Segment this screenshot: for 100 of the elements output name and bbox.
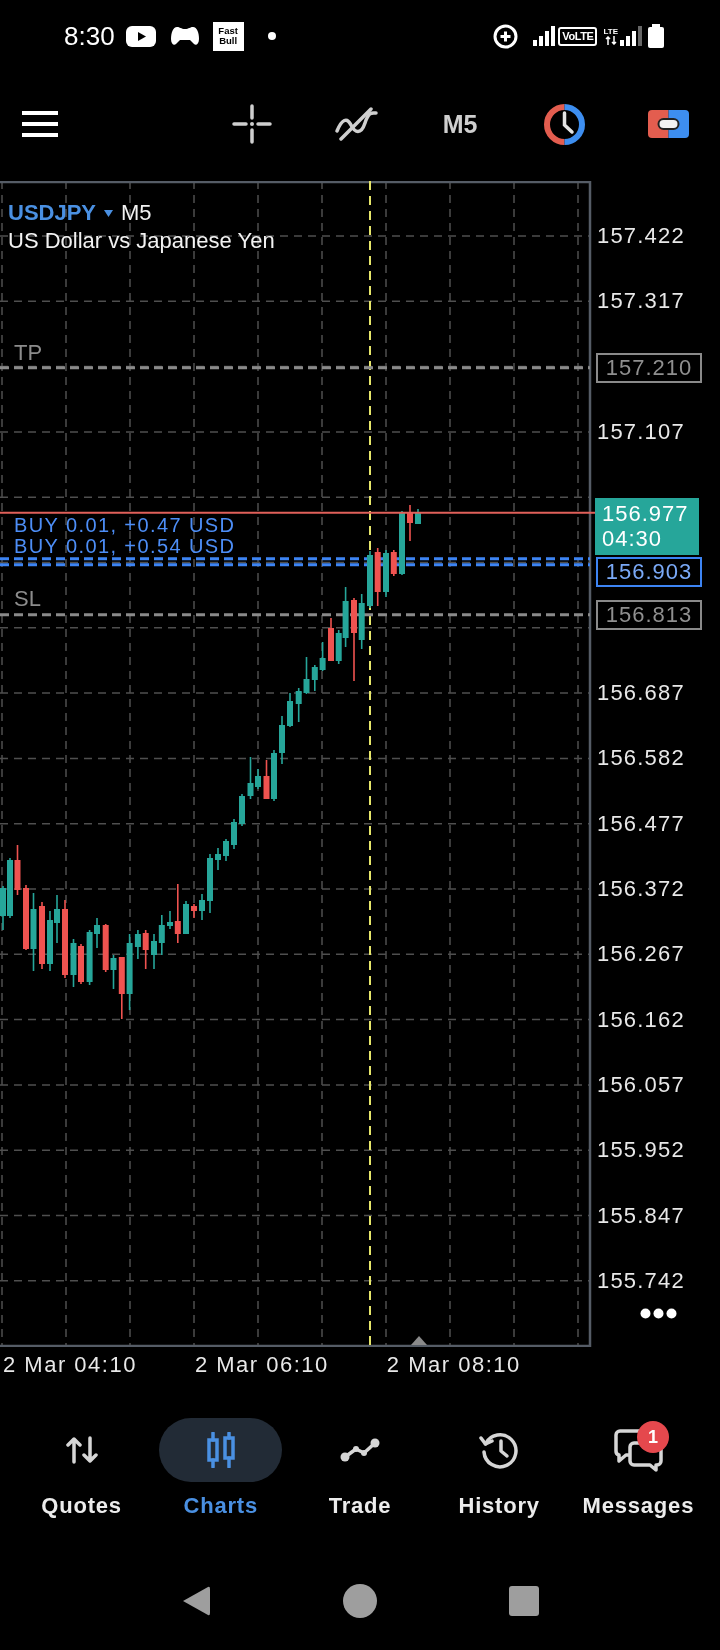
down-candle	[263, 759, 270, 800]
chart-timeframe: M5	[121, 200, 152, 226]
symbol-description: US Dollar vs Japanese Yen	[8, 228, 275, 254]
price-axis-label: 155.952	[597, 1137, 685, 1164]
up-candle	[383, 549, 389, 598]
data-saver-icon	[493, 23, 519, 49]
up-down-arrows-icon	[65, 1436, 98, 1464]
back-button[interactable]	[181, 1585, 211, 1617]
home-button[interactable]	[343, 1584, 377, 1618]
battery-icon	[648, 24, 664, 48]
status-time: 8:30	[64, 21, 115, 51]
up-candle	[399, 510, 405, 576]
network-type: LTE	[603, 27, 618, 36]
price-axis-label: 156.267	[597, 941, 685, 968]
down-candle	[174, 883, 181, 944]
down-candle	[78, 943, 84, 985]
data-arrows-icon	[604, 36, 617, 45]
price-axis-label: 155.847	[597, 1202, 685, 1229]
network-badge: VoLTE	[558, 26, 598, 46]
one-click-trading-button[interactable]	[647, 110, 689, 138]
up-candle	[215, 847, 221, 871]
time-axis-label: 2 Mar 08:10	[386, 1352, 521, 1379]
crosshair-button[interactable]	[232, 104, 272, 144]
up-candle	[367, 550, 373, 609]
down-candle	[102, 923, 109, 973]
menu-button[interactable]	[22, 111, 58, 137]
caret-icon	[104, 209, 114, 217]
up-candle	[70, 938, 77, 988]
toggle-panel-icon	[647, 110, 689, 138]
play-icon	[125, 25, 156, 47]
price-axis-label: 157.422	[597, 223, 685, 249]
down-candle	[407, 504, 413, 542]
notification-badge: 1	[636, 1421, 669, 1453]
up-candle	[110, 954, 117, 990]
app-logo: Fast Bull	[212, 21, 244, 51]
crosshair-icon	[232, 104, 272, 144]
clock-icon	[543, 103, 585, 145]
up-candle	[279, 715, 285, 765]
home-icon	[343, 1584, 377, 1618]
symbol-name[interactable]: USDJPY	[8, 200, 97, 226]
position-label: BUY 0.01, +0.54 USD	[14, 535, 236, 557]
down-candle	[142, 929, 149, 970]
up-candle	[207, 853, 213, 914]
notification-dot-icon	[267, 32, 276, 40]
take-profit-label: TP	[14, 339, 43, 366]
indicators-button[interactable]	[334, 107, 378, 141]
game-controller-icon	[169, 25, 200, 47]
bar-countdown: 04:30	[602, 526, 664, 552]
nav-tab[interactable]: Charts	[159, 1418, 283, 1519]
menu-icon	[22, 111, 58, 137]
up-candle	[183, 900, 189, 935]
current-price: 156.977	[602, 501, 690, 527]
up-candle	[223, 838, 229, 862]
down-candle	[328, 617, 334, 662]
up-candle	[271, 749, 277, 802]
time-axis-label: 2 Mar 06:10	[194, 1352, 329, 1379]
nav-tab[interactable]: Trade	[298, 1418, 422, 1519]
price-axis-label: 156.582	[597, 745, 685, 772]
price-axis-label: 157.317	[597, 288, 685, 315]
up-candle	[239, 793, 245, 827]
signal-icon	[533, 26, 556, 46]
back-icon	[181, 1585, 211, 1617]
price-axis-label: 156.477	[597, 810, 685, 837]
price-axis-label: 155.742	[597, 1267, 685, 1294]
triangle-marker-icon	[411, 1336, 427, 1345]
more-icon	[640, 1308, 677, 1319]
price-axis-label: 156.057	[597, 1071, 685, 1098]
price-axis-label: 157.107	[597, 418, 685, 445]
nav-tab[interactable]: Quotes	[20, 1418, 144, 1519]
line-chart-icon	[340, 1438, 380, 1462]
up-candle	[287, 692, 293, 728]
more-button[interactable]	[640, 1308, 677, 1319]
down-candle	[23, 884, 29, 951]
down-candle	[118, 956, 125, 1020]
down-candle	[39, 901, 45, 970]
wave-curve-icon	[334, 107, 378, 141]
clock-button[interactable]	[543, 103, 585, 145]
stop-loss-price: 156.813	[596, 599, 702, 630]
recents-icon	[509, 1586, 539, 1616]
up-candle	[231, 818, 237, 850]
position-price: 156.903	[596, 556, 702, 587]
down-candle	[14, 844, 21, 896]
position-label: BUY 0.01, +0.47 USD	[14, 514, 236, 536]
timeframe-button[interactable]: M5	[442, 109, 478, 139]
up-candle	[415, 508, 421, 525]
down-candle	[374, 547, 381, 607]
down-candle	[390, 549, 397, 577]
take-profit-price: 157.210	[596, 352, 702, 383]
time-axis-label: 2 Mar 04:10	[3, 1352, 137, 1379]
price-axis-label: 156.162	[597, 1006, 685, 1033]
price-axis-label: 156.372	[597, 876, 685, 902]
signal-icon	[620, 26, 642, 46]
down-candle	[191, 903, 197, 919]
nav-tab[interactable]: History	[437, 1418, 561, 1519]
up-candle	[358, 593, 365, 650]
price-axis-label: 156.687	[597, 680, 685, 707]
up-candle	[199, 893, 205, 921]
up-candle	[167, 910, 173, 930]
history-icon	[478, 1430, 520, 1470]
stop-loss-label: SL	[14, 585, 41, 612]
